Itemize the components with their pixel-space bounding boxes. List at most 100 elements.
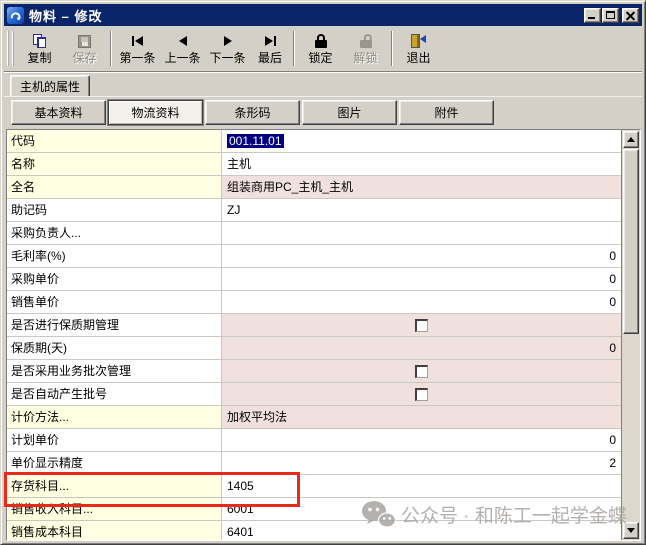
unlock-icon: [360, 32, 372, 50]
field-value-mnemonic[interactable]: ZJ: [222, 199, 621, 221]
vertical-scrollbar[interactable]: [621, 130, 640, 540]
arrow-up-icon: [627, 137, 635, 142]
field-label: 全名: [7, 176, 222, 198]
checkbox[interactable]: [415, 365, 428, 378]
field-value-purchaser[interactable]: [222, 222, 621, 244]
wechat-icon: [361, 500, 396, 529]
toolbar-separator: [110, 31, 112, 66]
tab-image[interactable]: 图片: [302, 100, 397, 125]
tab-baseline: [4, 96, 642, 97]
previous-record-button[interactable]: 上一条: [160, 28, 205, 69]
field-label: 是否自动产生批号: [7, 383, 222, 405]
save-icon: [78, 32, 91, 50]
maximize-button[interactable]: [602, 8, 619, 23]
property-row: 采购负责人...: [7, 222, 621, 245]
property-row: 是否自动产生批号: [7, 383, 621, 406]
copy-button[interactable]: 复制: [17, 28, 62, 69]
first-record-button[interactable]: 第一条: [115, 28, 160, 69]
field-value-fullname[interactable]: 组装商用PC_主机_主机: [222, 176, 621, 198]
field-label: 销售成本科目: [7, 521, 222, 541]
field-value-sale-price[interactable]: 0: [222, 291, 621, 313]
tab-host-properties[interactable]: 主机的属性: [10, 75, 90, 97]
toolbar: 复制 保存 第一条 上一条 下一条 最后 锁定: [4, 26, 642, 71]
material-modify-window: 物料 – 修改 复制 保存 第一条 上一条: [0, 0, 646, 545]
property-row: 保质期(天) 0: [7, 337, 621, 360]
property-row: 是否进行保质期管理: [7, 314, 621, 337]
property-row: 销售单价 0: [7, 291, 621, 314]
property-row: 单价显示精度 2: [7, 452, 621, 475]
property-row: 毛利率(%) 0: [7, 245, 621, 268]
subtab-bar: 基本资料 物流资料 条形码 图片 附件: [11, 100, 496, 125]
field-label: 名称: [7, 153, 222, 175]
lock-icon: [315, 32, 327, 50]
field-label: 是否采用业务批次管理: [7, 360, 222, 382]
unlock-button: 解锁: [343, 28, 388, 69]
property-row: 计划单价 0: [7, 429, 621, 452]
scroll-up-button[interactable]: [623, 131, 639, 148]
field-label: 计价方法...: [7, 406, 222, 428]
watermark: 公众号 · 和陈工一起学金蝶: [361, 500, 627, 529]
scrollbar-thumb[interactable]: [623, 149, 639, 334]
minimize-button[interactable]: [584, 8, 601, 23]
app-icon: [7, 7, 24, 24]
property-row: 计价方法... 加权平均法: [7, 406, 621, 429]
field-value-planned-price[interactable]: 0: [222, 429, 621, 451]
checkbox[interactable]: [415, 319, 428, 332]
field-value-gross-margin[interactable]: 0: [222, 245, 621, 267]
field-label: 代码: [7, 130, 222, 152]
field-label: 销售收入科目...: [7, 498, 222, 520]
field-label: 保质期(天): [7, 337, 222, 359]
toolbar-grip[interactable]: [7, 31, 14, 66]
next-record-icon: [224, 32, 232, 50]
copy-icon: [33, 32, 47, 50]
tab-label: 主机的属性: [20, 78, 80, 95]
selected-text: 001.11.01: [227, 134, 284, 148]
first-record-icon: [132, 32, 143, 50]
minimize-icon: [588, 17, 595, 19]
field-label: 单价显示精度: [7, 452, 222, 474]
exit-icon: [411, 32, 426, 50]
watermark-text: 公众号 · 和陈工一起学金蝶: [401, 501, 627, 528]
save-button: 保存: [62, 28, 107, 69]
field-label: 采购单价: [7, 268, 222, 290]
field-label: 是否进行保质期管理: [7, 314, 222, 336]
maximize-icon: [606, 11, 615, 19]
property-row: 代码 001.11.01: [7, 130, 621, 153]
field-value-shelf-life-days[interactable]: 0: [222, 337, 621, 359]
property-row: 助记码 ZJ: [7, 199, 621, 222]
field-label: 计划单价: [7, 429, 222, 451]
property-row: 采购单价 0: [7, 268, 621, 291]
tab-attachment[interactable]: 附件: [399, 100, 494, 125]
field-value-inventory-account[interactable]: 1405: [222, 475, 621, 497]
titlebar[interactable]: 物料 – 修改: [4, 4, 642, 26]
tab-barcode[interactable]: 条形码: [205, 100, 300, 125]
field-value-name[interactable]: 主机: [222, 153, 621, 175]
field-label: 销售单价: [7, 291, 222, 313]
field-label: 助记码: [7, 199, 222, 221]
close-icon: [625, 11, 636, 20]
field-label: 毛利率(%): [7, 245, 222, 267]
arrow-down-icon: [627, 528, 635, 533]
field-value-price-precision[interactable]: 2: [222, 452, 621, 474]
property-row: 名称 主机: [7, 153, 621, 176]
field-value-code[interactable]: 001.11.01: [222, 130, 621, 152]
last-record-button[interactable]: 最后: [250, 28, 290, 69]
toolbar-separator: [293, 31, 295, 66]
property-rows: 代码 001.11.01 名称 主机 全名 组装商用PC_主机_主机 助记码 Z…: [7, 130, 621, 540]
field-value-auto-batch-flag: [222, 383, 621, 405]
last-record-icon: [265, 32, 276, 50]
next-record-button[interactable]: 下一条: [205, 28, 250, 69]
tab-logistics-info[interactable]: 物流资料: [108, 100, 203, 125]
close-button[interactable]: [622, 8, 639, 23]
checkbox[interactable]: [415, 388, 428, 401]
property-row: 是否采用业务批次管理: [7, 360, 621, 383]
exit-button[interactable]: 退出: [396, 28, 441, 69]
lock-button[interactable]: 锁定: [298, 28, 343, 69]
field-label: 采购负责人...: [7, 222, 222, 244]
field-value-costing-method[interactable]: 加权平均法: [222, 406, 621, 428]
tab-basic-info[interactable]: 基本资料: [11, 100, 106, 125]
property-row: 全名 组装商用PC_主机_主机: [7, 176, 621, 199]
field-value-shelf-life-flag: [222, 314, 621, 336]
field-value-batch-mgmt-flag: [222, 360, 621, 382]
field-value-purchase-price[interactable]: 0: [222, 268, 621, 290]
